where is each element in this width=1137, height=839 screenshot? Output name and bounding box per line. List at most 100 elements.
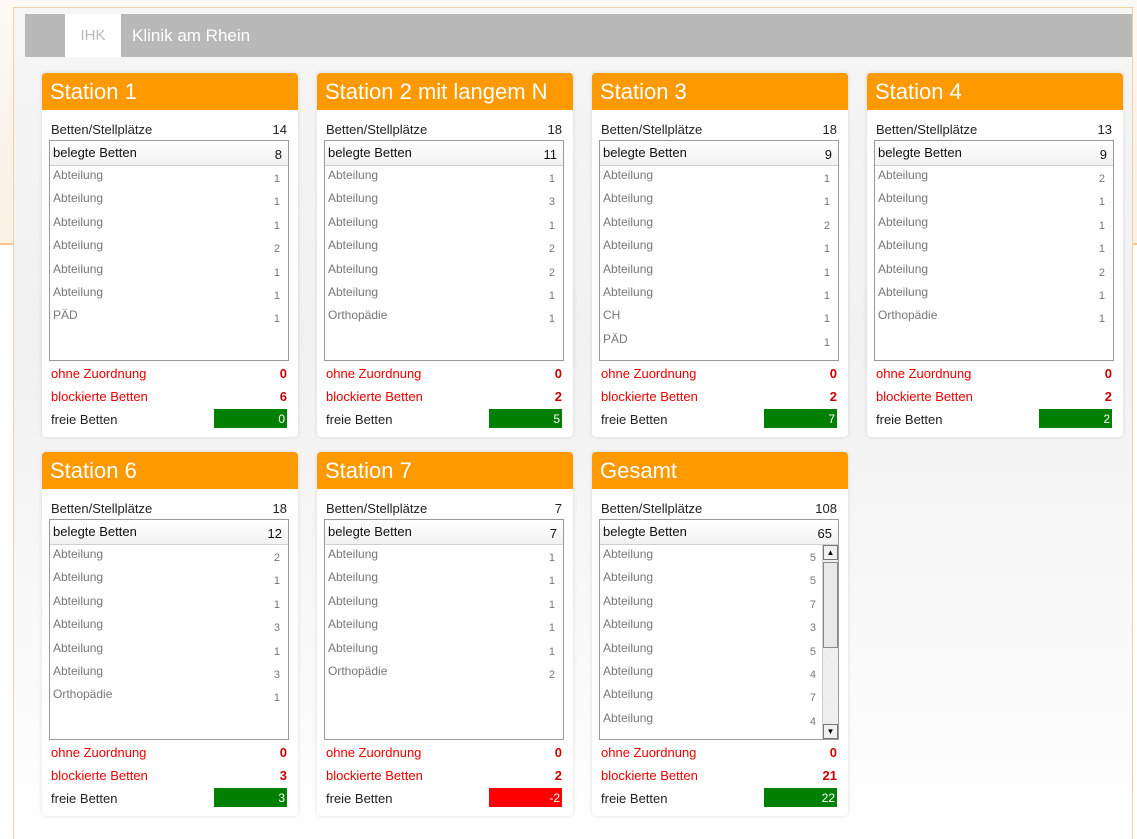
department-name: Abteilung [603,687,654,702]
department-name: Abteilung [878,168,929,182]
blocked-value: 21 [822,768,837,783]
capacity-label: Betten/Stellplätze [326,122,428,137]
capacity-value: 18 [272,501,287,516]
department-name: Abteilung [328,570,379,585]
list-item: Abteilung 1 [875,189,1113,212]
department-list: Abteilung 1 Abteilung 1 Abteilung 1 Abteilung 1… [325,545,563,739]
capacity-row: Betten/Stellplätze 7 [326,501,562,516]
occupied-label: belegte Betten [603,145,687,160]
scroll-down-icon[interactable]: ▼ [823,724,838,739]
department-name: Abteilung [328,238,379,253]
list-item: PÄD 1 [600,330,838,353]
occupied-header: belegte Betten 9 [875,141,1113,166]
department-list: Abteilung 2 Abteilung 1 Abteilung 1 Abteilung 3… [50,545,288,739]
list-item: Orthopädie 1 [875,306,1113,329]
department-count: 1 [823,243,830,256]
department-list: Abteilung 1 Abteilung 1 Abteilung 1 Abteilung 2… [50,166,288,360]
capacity-value: 18 [547,122,562,137]
department-name: Abteilung [53,617,104,632]
free-value-badge: -2 [489,788,562,807]
department-name: Abteilung [603,214,654,229]
station-card: Gesamt Betten/Stellplätze 108 belegte Bette… [592,452,848,816]
unassigned-label: ohne Zuordnung [601,745,697,760]
unassigned-value: 0 [554,366,562,381]
scroll-up-icon[interactable]: ▲ [823,545,838,560]
department-count: 1 [548,552,555,564]
blocked-label: blockierte Betten [326,389,423,404]
list-item: Abteilung 4 [600,662,838,685]
card-title: Station 3 [592,73,848,110]
department-count: 1 [548,219,555,232]
occupied-value: 8 [274,147,282,162]
department-list: Abteilung 1 Abteilung 1 Abteilung 2 Abteilung 1… [600,166,838,360]
free-label: freie Betten [326,791,393,806]
free-label: freie Betten [51,412,118,427]
blocked-row: blockierte Betten 2 [876,389,1112,404]
occupied-header: belegte Betten 8 [50,141,288,166]
capacity-label: Betten/Stellplätze [601,122,703,137]
department-count: 1 [823,173,830,185]
occupancy-list-box: belegte Betten 12 Abteilung 2 Abteilung 1 Abte… [49,519,289,740]
department-count: 2 [548,266,555,279]
list-item: Abteilung 1 [50,639,288,662]
blocked-row: blockierte Betten 3 [51,768,287,783]
unassigned-row: ohne Zuordnung 0 [601,745,837,760]
capacity-label: Betten/Stellplätze [876,122,978,137]
capacity-row: Betten/Stellplätze 108 [601,501,837,516]
list-item: Abteilung 1 [600,166,838,189]
list-item: Abteilung 1 [50,213,288,236]
department-name: Abteilung [603,261,654,276]
department-count: 2 [273,243,280,256]
department-count: 1 [548,622,555,635]
blocked-value: 2 [1104,389,1112,404]
blocked-row: blockierte Betten 6 [51,389,287,404]
app-title: Klinik am Rhein [132,26,251,45]
department-count: 4 [809,668,816,681]
department-name: Abteilung [603,191,654,206]
list-item: Abteilung 1 [875,213,1113,236]
list-item: CH 1 [600,306,838,329]
capacity-row: Betten/Stellplätze 18 [326,122,562,137]
capacity-value: 108 [815,501,837,516]
blocked-value: 6 [279,389,287,404]
department-name: Orthopädie [878,308,938,323]
department-list: Abteilung 1 Abteilung 3 Abteilung 1 Abteilung 2… [325,166,563,360]
list-item: Abteilung 1 [50,592,288,615]
department-name: Abteilung [878,284,929,299]
department-count: 1 [1098,243,1105,256]
capacity-value: 18 [822,122,837,137]
scroll-thumb[interactable] [823,562,838,648]
department-count: 1 [273,289,280,302]
department-name: Orthopädie [53,687,113,702]
blocked-label: blockierte Betten [601,389,698,404]
free-value-badge: 5 [489,409,562,428]
department-count: 1 [273,266,280,279]
department-name: Orthopädie [328,663,388,678]
free-value-badge: 2 [1039,409,1112,428]
occupied-label: belegte Betten [328,145,412,160]
department-count: 1 [823,336,830,349]
list-item: PÄD 1 [50,306,288,329]
list-item: Abteilung 5 [600,545,838,568]
list-item: Abteilung 1 [325,283,563,306]
occupied-value: 9 [824,147,832,162]
card-title: Station 1 [42,73,298,110]
department-count: 7 [809,598,816,611]
department-name: Abteilung [53,570,104,585]
list-item: Abteilung 1 [325,568,563,591]
department-name: Abteilung [603,168,654,182]
unassigned-label: ohne Zuordnung [51,745,147,760]
occupied-label: belegte Betten [878,145,962,160]
list-item: Abteilung 2 [50,545,288,568]
occupied-header: belegte Betten 11 [325,141,563,166]
capacity-value: 13 [1097,122,1112,137]
department-count: 5 [809,575,816,588]
free-label: freie Betten [51,791,118,806]
occupied-label: belegte Betten [53,145,137,160]
list-item: Abteilung 2 [600,213,838,236]
scrollbar[interactable]: ▲ ▼ [822,545,838,739]
blocked-label: blockierte Betten [601,768,698,783]
department-list[interactable]: Abteilung 5 Abteilung 5 Abteilung 7 Abteilung 3… [600,545,838,739]
blocked-label: blockierte Betten [51,768,148,783]
blocked-value: 3 [279,768,287,783]
